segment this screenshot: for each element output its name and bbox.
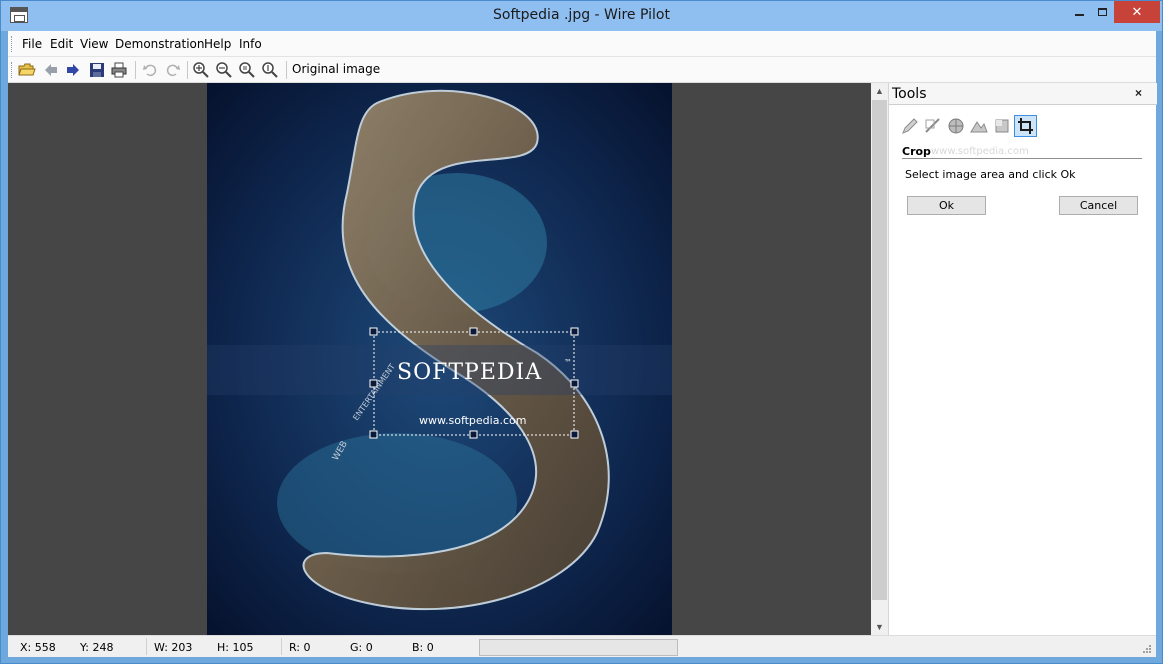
status-bar: X: 558 Y: 248 W: 203 H: 105 R: 0 G: 0 B:… [8,635,1156,657]
close-button[interactable]: ✕ [1114,1,1160,23]
toolbar-separator [286,61,287,79]
island-photo: SOFTPEDIA ™ www.softpedia.com WEB ENTERT… [207,83,672,635]
line-tool-button[interactable] [923,116,943,136]
zoom-in-icon [193,62,209,78]
zoom-fit-button[interactable] [238,61,256,79]
menu-edit[interactable]: Edit [50,37,73,51]
scroll-thumb[interactable] [872,100,887,600]
menu-demonstration[interactable]: Demonstration [115,37,205,51]
status-g: G: 0 [350,641,373,654]
save-icon [90,63,104,77]
app-window: Softpedia .jpg - Wire Pilot ✕ File Edit … [0,0,1163,664]
zoom-in-button[interactable] [192,61,210,79]
image-canvas[interactable]: SOFTPEDIA ™ www.softpedia.com WEB ENTERT… [207,83,672,635]
original-image-button[interactable]: Original image [292,62,380,76]
status-r: R: 0 [289,641,311,654]
line-icon [925,118,940,133]
back-arrow-icon [45,64,57,76]
resize-grip-icon[interactable] [1142,644,1152,654]
crop-section-title: Crop [902,145,931,158]
toolbar-separator [135,61,136,79]
tools-panel: Tools × Crop www.softpedia.com Select im… [888,83,1157,635]
print-button[interactable] [110,61,128,79]
status-b: B: 0 [412,641,434,654]
status-h: H: 105 [217,641,254,654]
toolbar-separator [187,61,188,79]
status-progress-bar [479,639,678,656]
zoom-out-icon [216,62,232,78]
maximize-button[interactable] [1089,1,1115,23]
cancel-button[interactable]: Cancel [1059,196,1138,215]
watermark-tm: ™ [564,358,572,367]
zoom-actual-icon [262,62,278,78]
scroll-up-icon[interactable]: ▲ [871,83,888,99]
undo-button[interactable] [141,61,159,79]
undo-icon [143,64,157,77]
crop-divider [902,158,1142,159]
menu-view[interactable]: View [80,37,108,51]
redo-icon [166,64,180,77]
close-icon: ✕ [1131,4,1143,19]
shape-tool-button[interactable] [969,116,989,136]
client-area: File Edit View Demonstration Help Info O… [8,31,1157,657]
status-y: Y: 248 [80,641,114,654]
save-button[interactable] [88,61,106,79]
zoom-fit-icon [239,62,255,78]
tools-title: Tools [892,86,927,102]
ok-button[interactable]: Ok [907,196,986,215]
zoom-actual-button[interactable] [261,61,279,79]
app-icon[interactable] [10,7,28,23]
menu-info[interactable]: Info [239,37,262,51]
toolbar-grip[interactable] [11,62,14,78]
redo-button[interactable] [164,61,182,79]
status-divider [146,638,147,655]
crop-icon [1018,118,1033,134]
forward-arrow-icon [67,64,79,76]
menu-file[interactable]: File [22,37,42,51]
toolbar: Original image [8,57,1156,83]
zoom-out-button[interactable] [215,61,233,79]
shape-icon [970,121,988,133]
tools-close-icon[interactable]: × [1135,86,1142,100]
status-x: X: 558 [20,641,56,654]
watermark-brand: SOFTPEDIA [397,360,542,385]
crop-tool-button[interactable] [1014,115,1037,137]
vertical-scrollbar[interactable]: ▲ ▼ [871,83,888,635]
status-divider [281,638,282,655]
watermark-url: www.softpedia.com [419,414,526,427]
scroll-down-icon[interactable]: ▼ [871,619,888,635]
status-w: W: 203 [154,641,193,654]
pencil-tool-button[interactable] [900,116,920,136]
window-title: Softpedia .jpg - Wire Pilot [493,7,670,23]
color-wheel-icon [948,118,964,134]
minimize-icon [1074,13,1084,16]
menu-grip[interactable] [11,36,14,52]
canvas-workspace[interactable]: SOFTPEDIA ™ www.softpedia.com WEB ENTERT… [8,83,871,635]
pencil-icon [902,118,918,134]
forward-button[interactable] [64,61,82,79]
fill-icon [995,119,1009,133]
back-button[interactable] [42,61,60,79]
title-bar[interactable]: Softpedia .jpg - Wire Pilot ✕ [1,1,1162,31]
crop-hint: Select image area and click Ok [905,168,1076,181]
maximize-icon [1097,7,1107,16]
open-button[interactable] [18,61,36,79]
tools-header: Tools × [889,83,1157,105]
open-folder-icon [18,63,36,76]
print-icon [111,62,127,78]
color-tool-button[interactable] [946,116,966,136]
fill-tool-button[interactable] [992,116,1012,136]
menu-help[interactable]: Help [204,37,231,51]
menu-bar: File Edit View Demonstration Help Info [8,31,1156,57]
ghost-watermark: www.softpedia.com [931,146,1029,157]
